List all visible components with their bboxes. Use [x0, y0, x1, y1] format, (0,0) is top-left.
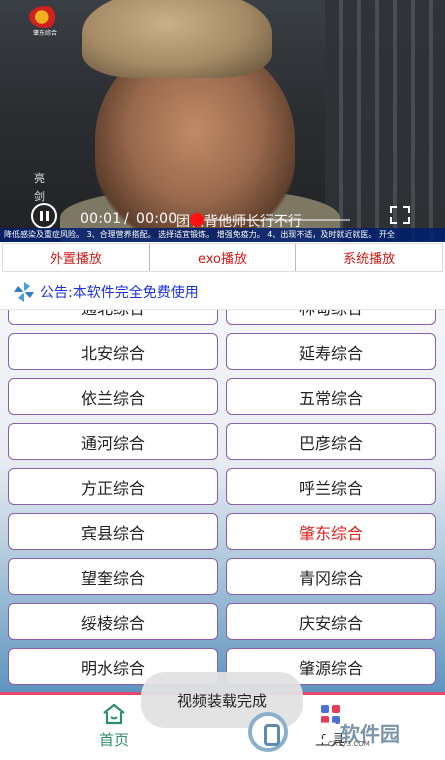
pause-icon-bar — [45, 211, 49, 221]
channel-button[interactable]: 望奎综合 — [8, 558, 218, 595]
channel-button[interactable]: 北安综合 — [8, 333, 218, 370]
news-ticker: 降低感染及重症风险。 3、合理营养搭配。 选择适宜锻炼。 增强免疫力。 4、出现… — [0, 228, 445, 242]
time-separator: / — [124, 211, 129, 227]
pause-button[interactable] — [31, 203, 57, 229]
channel-button[interactable]: 五常综合 — [226, 378, 436, 415]
video-side-text: 亮 — [34, 172, 45, 185]
seek-bar[interactable] — [200, 219, 350, 221]
channel-button[interactable]: 宾县综合 — [8, 513, 218, 550]
pause-icon — [39, 211, 43, 221]
fullscreen-icon[interactable] — [390, 206, 410, 224]
fullscreen-corner — [390, 206, 397, 213]
total-time: 00:00 — [136, 211, 178, 227]
watermark-url: CR173.COM — [328, 740, 370, 748]
current-time: 00:01 — [80, 211, 122, 227]
channel-grid: 通北综合林甸综合北安综合延寿综合依兰综合五常综合通河综合巴彦综合方正综合呼兰综合… — [8, 300, 438, 685]
channel-logo: 肇东综合 — [28, 6, 62, 44]
video-figure-cap — [82, 0, 272, 78]
channel-button[interactable]: 青冈综合 — [226, 558, 436, 595]
channel-button[interactable]: 肇东综合 — [226, 513, 436, 550]
video-frame — [0, 0, 445, 242]
channel-button[interactable]: 绥棱综合 — [8, 603, 218, 640]
channel-button[interactable]: 依兰综合 — [8, 378, 218, 415]
fullscreen-corner — [390, 217, 397, 224]
video-player[interactable]: 肇东综合 亮 剑 00:01 / 00:00 团长背他师长行不行 降低感染及重症… — [0, 0, 445, 242]
tab-home-label: 首页 — [98, 731, 129, 749]
channel-list[interactable]: 通北综合林甸综合北安综合延寿综合依兰综合五常综合通河综合巴彦综合方正综合呼兰综合… — [0, 300, 445, 695]
video-background — [325, 0, 445, 242]
home-icon — [103, 703, 125, 725]
fullscreen-corner — [403, 217, 410, 224]
pinwheel-icon — [14, 282, 34, 302]
channel-button[interactable]: 呼兰综合 — [226, 468, 436, 505]
channel-button[interactable]: 庆安综合 — [226, 603, 436, 640]
announcement-text: 公告:本软件完全免费使用 — [40, 285, 199, 301]
video-side-text: 剑 — [34, 190, 45, 203]
channel-logo-icon — [29, 6, 61, 28]
site-watermark: 西西 软件园 CR173.COM — [248, 712, 428, 752]
watermark-logo-icon — [248, 712, 288, 752]
system-player-button[interactable]: 系统播放 — [296, 244, 442, 271]
channel-button[interactable]: 延寿综合 — [226, 333, 436, 370]
player-options: 外置播放 exo播放 系统播放 — [2, 243, 443, 272]
external-player-button[interactable]: 外置播放 — [3, 244, 150, 271]
channel-button[interactable]: 通河综合 — [8, 423, 218, 460]
channel-button[interactable]: 方正综合 — [8, 468, 218, 505]
exo-player-button[interactable]: exo播放 — [150, 244, 297, 271]
seek-handle[interactable] — [190, 213, 204, 227]
announcement-bar: 公告:本软件完全免费使用 — [0, 275, 445, 309]
channel-logo-text: 肇东综合 — [32, 30, 57, 37]
channel-button[interactable]: 巴彦综合 — [226, 423, 436, 460]
fullscreen-corner — [403, 206, 410, 213]
